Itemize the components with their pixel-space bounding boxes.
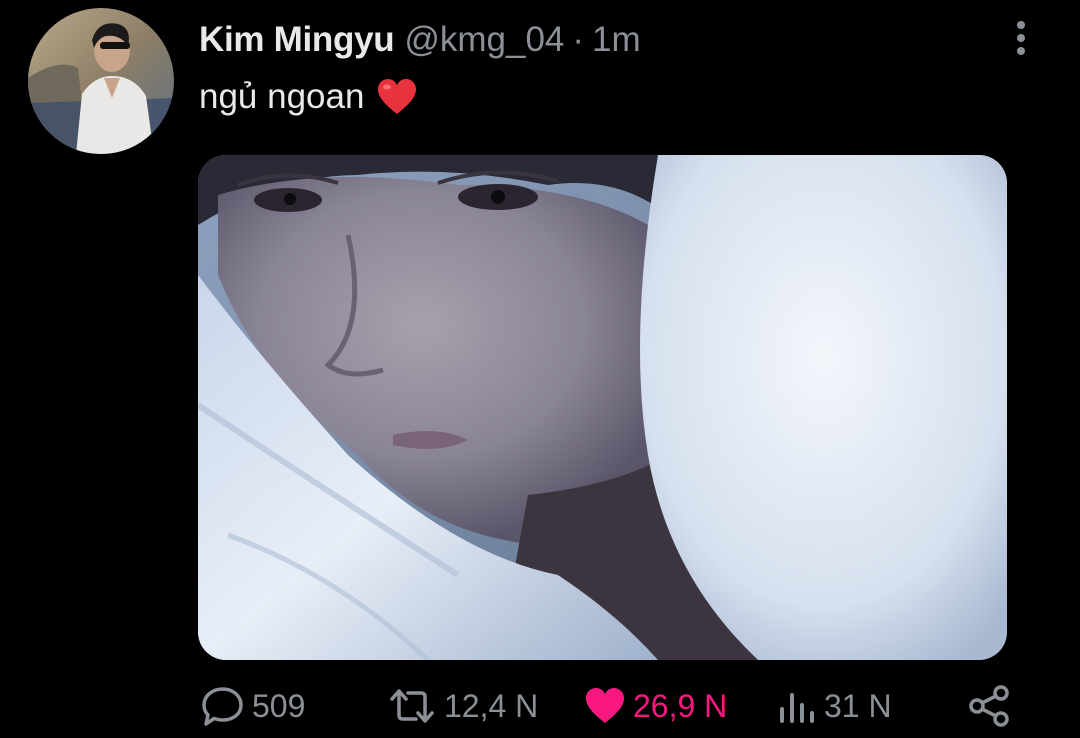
author-handle[interactable]: @kmg_04 (404, 16, 564, 64)
share-button[interactable] (967, 680, 1013, 732)
red-heart-emoji-icon (378, 79, 417, 114)
like-count: 26,9 N (633, 687, 728, 724)
more-options-button[interactable] (1004, 18, 1038, 58)
author-avatar[interactable] (28, 8, 174, 154)
views-count: 31 N (824, 687, 892, 724)
reply-button[interactable]: 509 (200, 680, 305, 732)
speech-bubble-icon (202, 687, 243, 726)
tweet-action-bar: 509 12,4 N 26,9 N 31 N (0, 680, 1080, 732)
vertical-dots-icon (1017, 21, 1025, 55)
like-button[interactable]: 26,9 N (583, 680, 727, 732)
share-nodes-icon (969, 685, 1009, 727)
heart-filled-icon (586, 688, 624, 723)
author-name[interactable]: Kim Mingyu (199, 16, 395, 64)
photo-content (198, 155, 1007, 660)
tweet-timestamp[interactable]: 1m (592, 16, 641, 64)
bar-chart-icon (780, 693, 814, 723)
retweet-button[interactable]: 12,4 N (386, 680, 538, 732)
avatar-photo (28, 8, 174, 154)
retweet-count: 12,4 N (444, 687, 539, 724)
tweet-text: ngủ ngoan (199, 72, 418, 122)
reply-count: 509 (252, 687, 306, 724)
separator-dot: · (572, 20, 585, 59)
views-button[interactable]: 31 N (776, 680, 892, 732)
tweet-text-content: ngủ ngoan (199, 77, 365, 116)
tweet-media-image[interactable] (198, 155, 1007, 660)
retweet-arrows-icon (390, 689, 434, 723)
tweet-header: Kim Mingyu @kmg_04 · 1m (199, 16, 641, 64)
